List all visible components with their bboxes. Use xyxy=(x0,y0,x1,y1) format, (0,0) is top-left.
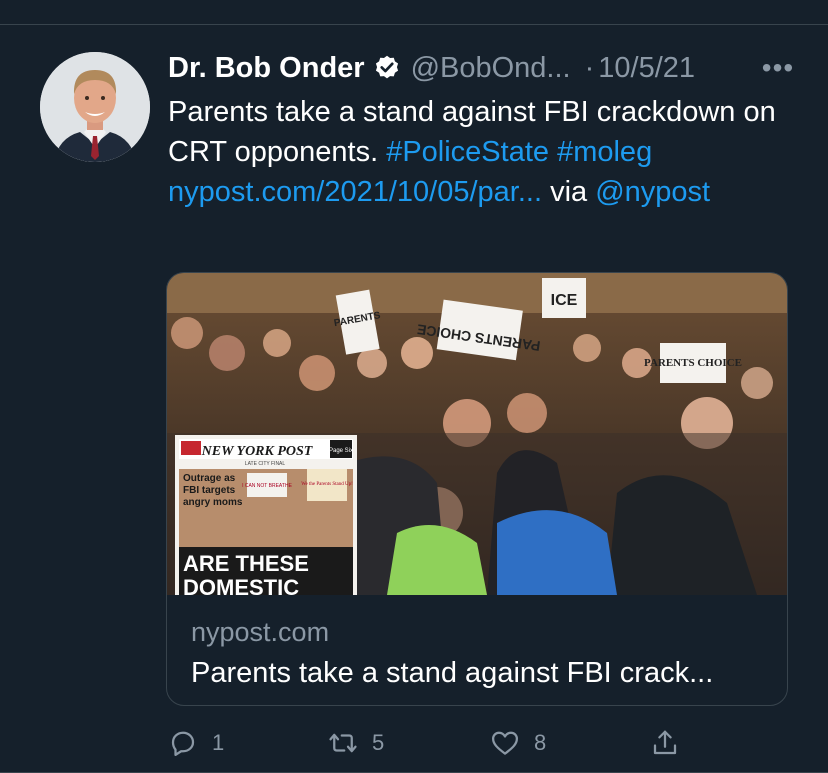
cover-big-2: DOMESTIC xyxy=(183,575,299,595)
cover-sign-b: I CAN NOT BREATHE xyxy=(242,483,292,489)
header-separator: · xyxy=(584,51,595,84)
like-button[interactable]: 8 xyxy=(490,722,546,764)
reply-button[interactable]: 1 xyxy=(168,722,224,764)
cover-sub: LATE CITY FINAL xyxy=(245,461,286,467)
author-handle[interactable]: @BobOnd... xyxy=(411,52,571,85)
like-icon xyxy=(492,731,518,755)
via-text: via xyxy=(542,176,596,208)
retweet-icon xyxy=(329,733,357,753)
reply-count: 1 xyxy=(212,730,225,755)
author-name[interactable]: Dr. Bob Onder xyxy=(168,52,365,85)
cover-big-1: ARE THESE xyxy=(183,551,309,576)
verified-badge-icon xyxy=(373,54,401,82)
like-count: 8 xyxy=(534,730,547,755)
avatar-image xyxy=(40,52,150,162)
tweet-header: Dr. Bob Onder @BobOnd... · 10/5/21 ••• xyxy=(168,46,798,90)
tweet-actions: 1 5 8 xyxy=(166,722,796,764)
avatar[interactable] xyxy=(40,52,150,162)
cover-headline-3: angry moms xyxy=(183,497,243,508)
hashtag-moleg[interactable]: #moleg xyxy=(557,136,652,168)
more-icon[interactable]: ••• xyxy=(758,46,798,90)
mention-nypost[interactable]: @nypost xyxy=(595,176,710,208)
nypost-cover: NEW YORK POST Page Six LATE CITY FINAL O… xyxy=(175,435,357,595)
cover-sign-a: We the Parents Stand Up! xyxy=(301,482,353,487)
reply-icon xyxy=(171,731,195,756)
cover-badge: Page Six xyxy=(329,448,353,454)
cover-headline-1: Outrage as xyxy=(183,473,236,484)
card-title: Parents take a stand against FBI crack..… xyxy=(191,657,714,689)
card-image: PARENTS CHOICE PARENTS ICE PARENTS CHOIC… xyxy=(167,273,787,595)
article-link[interactable]: nypost.com/2021/10/05/par... xyxy=(168,176,542,208)
tweet-date[interactable]: 10/5/21 xyxy=(598,52,695,85)
share-icon xyxy=(653,730,677,755)
card-domain: nypost.com xyxy=(191,617,330,647)
cover-masthead: NEW YORK POST xyxy=(201,444,314,459)
retweet-button[interactable]: 5 xyxy=(328,722,384,764)
sign-3: ICE xyxy=(551,292,578,309)
hashtag-policestate[interactable]: #PoliceState xyxy=(386,136,549,168)
tweet-text: Parents take a stand against FBI crackdo… xyxy=(168,92,788,212)
link-preview-card[interactable]: PARENTS CHOICE PARENTS ICE PARENTS CHOIC… xyxy=(166,272,788,706)
retweet-count: 5 xyxy=(372,730,385,755)
sign-2: PARENTS CHOICE xyxy=(644,357,742,369)
share-button[interactable] xyxy=(650,722,694,764)
top-divider xyxy=(0,24,828,25)
cover-headline-2: FBI targets xyxy=(183,485,236,496)
